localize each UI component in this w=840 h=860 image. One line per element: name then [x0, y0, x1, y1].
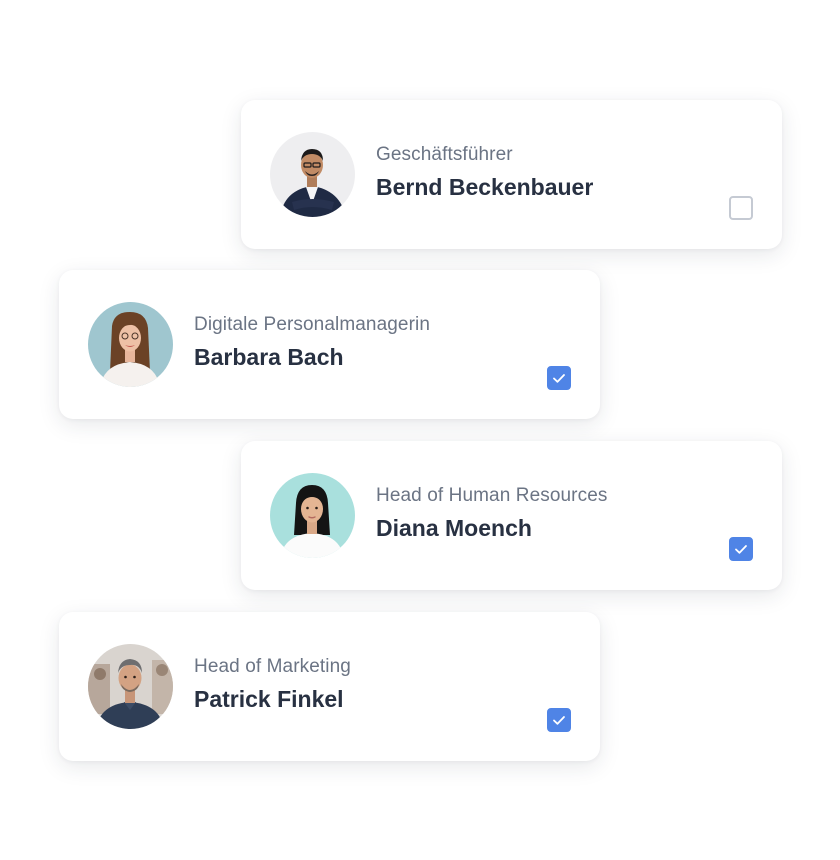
person-name: Diana Moench — [376, 515, 532, 541]
avatar — [270, 132, 355, 217]
person-card[interactable]: Head of Marketing Patrick Finkel — [59, 612, 600, 761]
person-name: Bernd Beckenbauer — [376, 174, 594, 200]
avatar — [88, 302, 173, 387]
checkmark-icon — [553, 374, 565, 383]
person-photo-icon — [270, 132, 355, 217]
checkmark-icon — [735, 545, 747, 554]
person-card[interactable]: Head of Human Resources Diana Moench — [241, 441, 782, 590]
person-role: Digitale Personalmanagerin — [194, 314, 431, 335]
checkmark-icon — [553, 716, 565, 725]
select-checkbox[interactable] — [729, 196, 753, 220]
select-checkbox[interactable] — [547, 708, 571, 732]
person-card[interactable]: Geschäftsführer Bernd Beckenbauer — [241, 100, 782, 249]
person-name: Patrick Finkel — [194, 686, 344, 712]
person-card-stack: Geschäftsführer Bernd Beckenbauer Digita… — [0, 0, 840, 860]
person-card[interactable]: Digitale Personalmanagerin Barbara Bach — [59, 270, 600, 419]
avatar — [88, 644, 173, 729]
person-name: Barbara Bach — [194, 344, 344, 370]
person-role: Head of Marketing — [194, 656, 351, 677]
person-photo-icon — [88, 644, 173, 729]
person-role: Head of Human Resources — [376, 485, 608, 506]
person-role: Geschäftsführer — [376, 144, 513, 165]
avatar — [270, 473, 355, 558]
person-photo-icon — [270, 473, 355, 558]
select-checkbox[interactable] — [547, 366, 571, 390]
person-photo-icon — [88, 302, 173, 387]
select-checkbox[interactable] — [729, 537, 753, 561]
